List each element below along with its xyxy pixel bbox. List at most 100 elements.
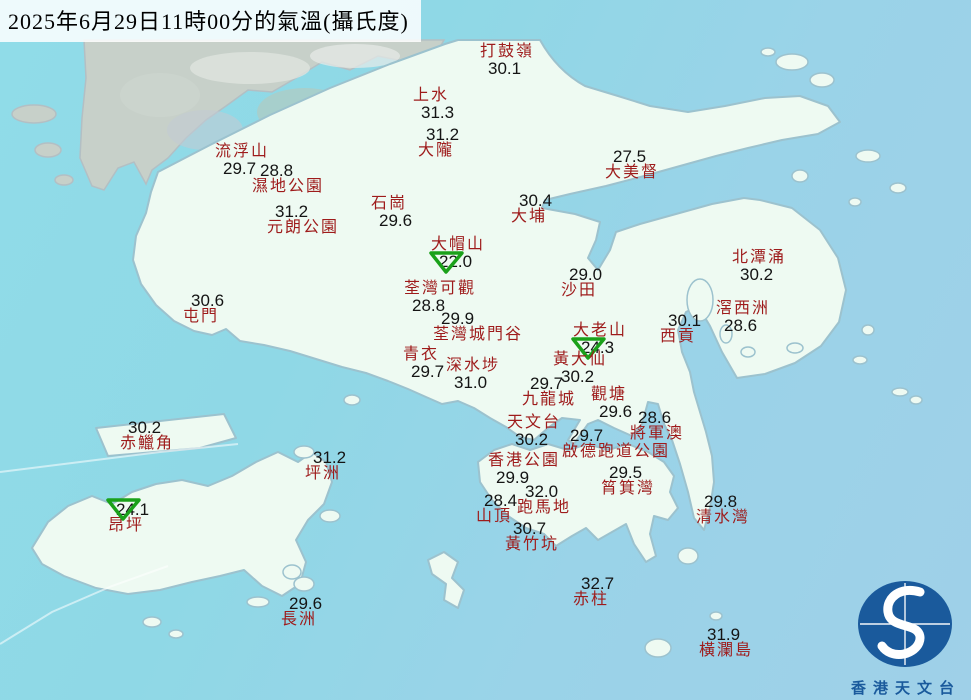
station-濕地公園: 28.8 濕地公園 bbox=[252, 162, 324, 195]
station-橫瀾島: 31.9 橫瀾島 bbox=[699, 626, 753, 659]
station-temperature: 28.4 bbox=[484, 491, 518, 510]
station-青衣: 青衣 29.7 bbox=[403, 346, 445, 381]
station-name: 石崗 bbox=[371, 195, 408, 212]
hko-logo-chinese: 香港天文台 bbox=[850, 681, 961, 697]
station-沙田: 29.0 沙田 bbox=[561, 266, 602, 299]
station-赤柱: 32.7 赤柱 bbox=[573, 575, 614, 608]
station-temperature: 30.2 bbox=[515, 430, 549, 449]
station-上水: 上水 31.3 bbox=[413, 87, 455, 122]
station-temperature: 31.2 bbox=[275, 202, 309, 221]
station-赤鱲角: 30.2 赤鱲角 bbox=[120, 419, 174, 452]
station-temperature: 30.1 bbox=[668, 311, 702, 330]
station-temperature: 29.7 bbox=[411, 362, 445, 381]
station-元朗公園: 31.2 元朗公園 bbox=[267, 203, 339, 236]
station-name: 青衣 bbox=[403, 346, 440, 363]
station-天文台: 天文台 30.2 bbox=[507, 414, 562, 449]
station-name: 沙田 bbox=[561, 282, 598, 299]
station-name: 筲箕灣 bbox=[601, 480, 656, 497]
station-name: 大埔 bbox=[511, 208, 548, 225]
station-temperature: 24.1 bbox=[116, 500, 150, 519]
station-temperature: 28.8 bbox=[260, 161, 294, 180]
station-跑馬地: 32.0 跑馬地 bbox=[517, 483, 571, 516]
station-name: 天文台 bbox=[507, 414, 562, 431]
station-name: 元朗公園 bbox=[267, 219, 340, 236]
station-temperature: 29.5 bbox=[609, 463, 643, 482]
station-name: 滘西洲 bbox=[716, 300, 771, 317]
station-temperature: 31.2 bbox=[426, 125, 460, 144]
station-大帽山: 大帽山 22.0 bbox=[429, 236, 486, 274]
station-temperature: 30.7 bbox=[513, 519, 547, 538]
station-長洲: 29.6 長洲 bbox=[281, 595, 322, 628]
station-黃竹坑: 30.7 黃竹坑 bbox=[505, 520, 559, 553]
station-name: 西貢 bbox=[660, 328, 697, 345]
station-滘西洲: 滘西洲 28.6 bbox=[716, 300, 771, 335]
station-temperature: 31.9 bbox=[707, 625, 741, 644]
station-name: 濕地公園 bbox=[252, 178, 325, 195]
station-西貢: 30.1 西貢 bbox=[660, 312, 701, 345]
station-name: 長洲 bbox=[281, 611, 318, 628]
station-temperature: 28.6 bbox=[724, 316, 758, 335]
station-name: 大老山 bbox=[573, 322, 628, 339]
station-石崗: 石崗 29.6 bbox=[371, 195, 413, 230]
station-荃灣城門谷: 29.9 荃灣城門谷 bbox=[433, 310, 523, 343]
station-temperature: 29.6 bbox=[289, 594, 323, 613]
station-temperature: 30.2 bbox=[128, 418, 162, 437]
station-大埔: 30.4 大埔 bbox=[511, 192, 552, 225]
station-temperature: 30.2 bbox=[740, 265, 774, 284]
station-啟德跑道公園: 29.7 啟德跑道公園 bbox=[562, 427, 670, 460]
station-temperature: 22.0 bbox=[439, 252, 473, 271]
station-name: 大隴 bbox=[418, 142, 455, 159]
station-觀塘: 觀塘 29.6 bbox=[591, 386, 632, 421]
station-temperature: 32.7 bbox=[581, 574, 615, 593]
station-temperature: 31.0 bbox=[454, 373, 488, 392]
station-筲箕灣: 29.5 筲箕灣 bbox=[601, 464, 655, 497]
station-name: 流浮山 bbox=[215, 143, 270, 160]
station-name: 香港公園 bbox=[488, 452, 561, 469]
station-name: 大美督 bbox=[605, 164, 660, 181]
station-temperature: 30.6 bbox=[191, 291, 225, 310]
station-北潭涌: 北潭涌 30.2 bbox=[732, 249, 787, 284]
station-temperature: 29.0 bbox=[569, 265, 603, 284]
station-大隴: 31.2 大隴 bbox=[418, 126, 459, 159]
station-name: 坪洲 bbox=[305, 465, 342, 482]
station-name: 黃竹坑 bbox=[505, 536, 560, 553]
station-打鼓嶺: 打鼓嶺 30.1 bbox=[480, 43, 535, 78]
station-name: 啟德跑道公園 bbox=[562, 443, 671, 460]
station-name: 上水 bbox=[413, 87, 450, 104]
station-temperature: 30.1 bbox=[488, 59, 522, 78]
station-深水埗: 深水埗 31.0 bbox=[446, 357, 501, 392]
station-temperature: 29.7 bbox=[570, 426, 604, 445]
map-title: 2025年6月29日11時00分的氣溫(攝氏度) bbox=[0, 0, 421, 42]
stations-layer: 打鼓嶺 30.1 上水 31.3 31.2 大隴 流浮山 29.7 28.8 濕地公園 31.2 元朗… bbox=[0, 0, 971, 700]
hko-logo: 香港天文台 HONG KONG OBSERVATORY bbox=[836, 578, 970, 700]
station-name: 觀塘 bbox=[591, 386, 628, 403]
station-name: 屯門 bbox=[183, 308, 220, 325]
station-temperature: 31.3 bbox=[421, 103, 455, 122]
station-name: 清水灣 bbox=[696, 509, 751, 526]
station-昂坪: 24.1 昂坪 bbox=[106, 498, 150, 534]
station-temperature: 29.7 bbox=[530, 374, 564, 393]
station-屯門: 30.6 屯門 bbox=[183, 292, 224, 325]
station-name: 荃灣可觀 bbox=[404, 280, 477, 297]
station-坪洲: 31.2 坪洲 bbox=[305, 449, 346, 482]
hko-logo-icon bbox=[858, 581, 952, 667]
station-九龍城: 29.7 九龍城 bbox=[522, 375, 576, 408]
station-name: 北潭涌 bbox=[732, 249, 787, 266]
station-大美督: 27.5 大美督 bbox=[605, 148, 659, 181]
station-name: 昂坪 bbox=[108, 517, 145, 534]
station-temperature: 30.4 bbox=[519, 191, 553, 210]
station-temperature: 29.9 bbox=[441, 309, 475, 328]
station-name: 橫瀾島 bbox=[699, 642, 754, 659]
temperature-map: 打鼓嶺 30.1 上水 31.3 31.2 大隴 流浮山 29.7 28.8 濕地公園 31.2 元朗… bbox=[0, 0, 971, 700]
station-name: 赤柱 bbox=[573, 591, 610, 608]
station-temperature: 32.0 bbox=[525, 482, 559, 501]
station-name: 九龍城 bbox=[522, 391, 577, 408]
station-name: 深水埗 bbox=[446, 357, 501, 374]
station-name: 打鼓嶺 bbox=[480, 43, 535, 60]
station-temperature: 28.6 bbox=[638, 408, 672, 427]
station-temperature: 27.5 bbox=[613, 147, 647, 166]
station-name: 大帽山 bbox=[431, 236, 486, 253]
station-temperature: 29.6 bbox=[379, 211, 413, 230]
station-temperature: 31.2 bbox=[313, 448, 347, 467]
station-清水灣: 29.8 清水灣 bbox=[696, 493, 750, 526]
